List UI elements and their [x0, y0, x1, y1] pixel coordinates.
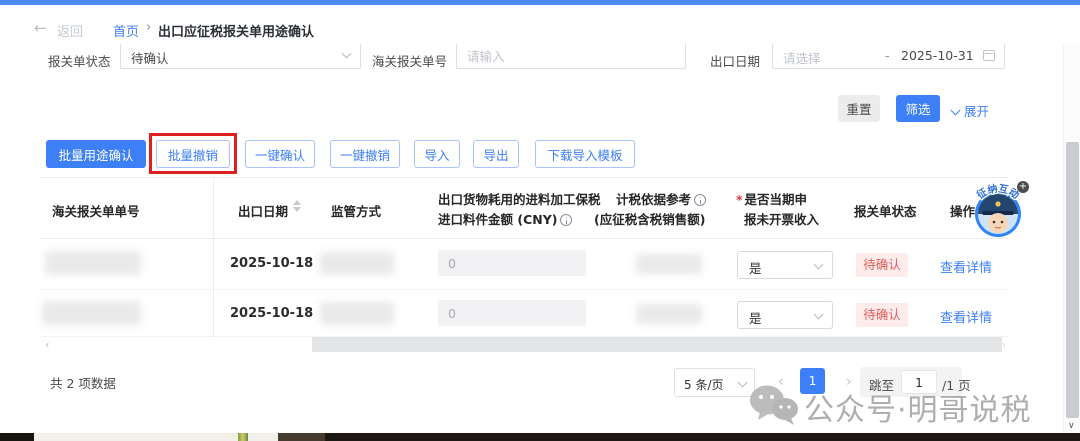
- required-star: *: [736, 192, 743, 207]
- breadcrumb-home-link[interactable]: 首页: [113, 21, 139, 40]
- next-page-icon[interactable]: ›: [846, 374, 852, 390]
- col-header-status: 报关单状态: [854, 201, 917, 220]
- col-header-bonded-line2: 进口料件金额 (CNY): [438, 209, 572, 228]
- info-icon[interactable]: [694, 194, 706, 206]
- redacted-tax-basis: [636, 304, 702, 324]
- horizontal-scrollbar-thumb[interactable]: [312, 337, 1002, 352]
- one-click-confirm-button[interactable]: 一键确认: [245, 140, 315, 168]
- officer-face: [988, 213, 1008, 233]
- download-template-button[interactable]: 下载导入模板: [535, 140, 635, 168]
- wechat-icon: [748, 383, 800, 427]
- scroll-down-icon[interactable]: ∨: [1068, 421, 1075, 431]
- chevron-down-icon: [738, 378, 748, 388]
- status-badge: 待确认: [856, 303, 908, 327]
- table-header-top-border: [40, 177, 1008, 178]
- date-range-separator: -: [885, 48, 890, 63]
- col-header-uninvoiced-line2: 报未开票收入: [744, 209, 819, 228]
- reset-button[interactable]: 重置: [838, 95, 880, 122]
- back-arrow-icon[interactable]: ←: [34, 19, 47, 37]
- expand-label: 展开: [964, 104, 989, 119]
- export-date-range-picker[interactable]: 请选择 - 2025-10-31: [772, 44, 1005, 69]
- batch-confirm-button[interactable]: 批量用途确认: [46, 140, 146, 168]
- expand-toggle[interactable]: 展开: [952, 101, 989, 120]
- col-header-supervision-mode: 监管方式: [331, 201, 381, 220]
- page-size-select[interactable]: 5 条/页: [674, 368, 755, 397]
- table-header-bottom-border: [40, 238, 1008, 239]
- jump-page-input[interactable]: [901, 370, 937, 394]
- vertical-scrollbar[interactable]: ∨: [1063, 45, 1080, 432]
- row-divider: [40, 289, 1008, 290]
- calendar-icon: [983, 50, 995, 61]
- col-header-tax-basis-line1: 计税依据参考: [616, 189, 706, 208]
- breadcrumb-bar: ← 返回 首页 › 出口应征税报关单用途确认: [0, 5, 1080, 47]
- uninvoiced-value: 是: [749, 258, 762, 277]
- status-filter-select[interactable]: 待确认: [120, 44, 361, 69]
- taskbar-segment: [278, 433, 325, 441]
- fixed-column-divider: [213, 177, 214, 337]
- chevron-down-icon: [342, 49, 352, 59]
- watermark: 公众号·明哥说税: [748, 383, 800, 431]
- customs-no-input[interactable]: [456, 44, 686, 69]
- app-window: ← 返回 首页 › 出口应征税报关单用途确认 报关单状态 待确认 海关报关单号 …: [0, 0, 1080, 441]
- export-date-filter-label: 出口日期: [710, 51, 760, 70]
- uninvoiced-value: 是: [749, 308, 762, 327]
- view-detail-link[interactable]: 查看详情: [940, 307, 992, 326]
- one-click-cancel-button[interactable]: 一键撤销: [330, 140, 400, 168]
- date-end-value: 2025-10-31: [901, 48, 974, 63]
- redacted-customs-no: [45, 251, 141, 275]
- col-header-uninvoiced-line1: *是否当期申: [736, 189, 807, 208]
- plus-icon[interactable]: +: [1017, 181, 1029, 193]
- redacted-supervision-mode: [320, 252, 394, 275]
- filter-button[interactable]: 筛选: [896, 95, 940, 122]
- export-date-cell: 2025-10-18: [230, 306, 313, 321]
- scroll-right-icon[interactable]: ›: [1002, 338, 1006, 351]
- col-header-customs-no: 海关报关单单号: [52, 201, 140, 220]
- redacted-supervision-mode: [320, 302, 394, 325]
- info-icon[interactable]: [560, 214, 572, 226]
- export-date-cell: 2025-10-18: [230, 256, 313, 271]
- breadcrumb-separator-icon: ›: [146, 20, 151, 35]
- back-button[interactable]: 返回: [57, 21, 83, 40]
- customs-no-filter-label: 海关报关单号: [372, 51, 447, 70]
- col-header-export-date: 出口日期: [238, 201, 288, 220]
- export-button[interactable]: 导出: [473, 140, 519, 168]
- page-title: 出口应征税报关单用途确认: [158, 21, 314, 40]
- import-button[interactable]: 导入: [414, 140, 460, 168]
- taskbar-segment: [0, 433, 34, 441]
- chevron-down-icon: [951, 106, 961, 116]
- status-filter-value: 待确认: [131, 48, 169, 67]
- page-1-button[interactable]: 1: [800, 368, 825, 394]
- vertical-scrollbar-thumb[interactable]: [1066, 142, 1079, 418]
- horizontal-scrollbar[interactable]: ‹ ›: [40, 337, 1008, 352]
- status-badge: 待确认: [856, 253, 908, 277]
- status-filter-label: 报关单状态: [48, 51, 111, 70]
- sort-control[interactable]: [293, 200, 301, 212]
- bonded-amount-input: [438, 250, 586, 276]
- chevron-down-icon: [814, 260, 824, 270]
- taskbar-mini-icon: [238, 433, 248, 441]
- col-header-bonded-line1: 出口货物耗用的进料加工保税: [438, 189, 601, 208]
- sort-desc-icon[interactable]: [293, 207, 301, 212]
- redacted-customs-no: [42, 301, 141, 325]
- view-detail-link[interactable]: 查看详情: [940, 257, 992, 276]
- taskbar-sliver: [0, 433, 1080, 441]
- total-count-text: 共 2 项数据: [50, 373, 116, 392]
- jump-label: 跳至: [869, 375, 894, 394]
- scroll-left-icon[interactable]: ‹: [45, 338, 49, 351]
- sort-asc-icon[interactable]: [293, 200, 301, 205]
- prev-page-icon[interactable]: ‹: [778, 374, 784, 390]
- uninvoiced-select[interactable]: 是: [737, 251, 833, 279]
- bonded-amount-input: [438, 300, 586, 326]
- page-size-value: 5 条/页: [684, 376, 724, 393]
- uninvoiced-select[interactable]: 是: [737, 301, 833, 329]
- redacted-tax-basis: [636, 254, 702, 274]
- date-start-placeholder: 请选择: [783, 48, 821, 67]
- batch-cancel-button[interactable]: 批量撤销: [156, 140, 230, 168]
- chevron-down-icon: [814, 310, 824, 320]
- page-total-text: /1 页: [942, 375, 971, 394]
- col-header-tax-basis-line2: (应征税含税销售额): [594, 209, 705, 228]
